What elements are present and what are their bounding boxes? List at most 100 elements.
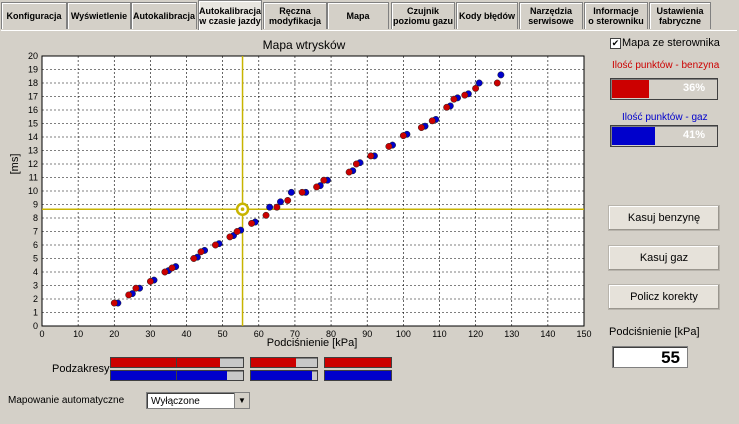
map-from-controller-label: Mapa ze sterownika (622, 37, 720, 49)
pressure-value: 55 (612, 346, 688, 368)
y-tick-label: 20 (28, 51, 38, 61)
y-tick-label: 16 (28, 105, 38, 115)
tab-7[interactable]: Czujnik poziomu gazu (391, 2, 455, 29)
subrange-blue-fill (111, 371, 177, 380)
mapowanie-select[interactable]: Wyłączone ▼ (146, 392, 250, 409)
data-point (197, 248, 205, 256)
y-tick-label: 12 (28, 159, 38, 169)
data-point (298, 188, 306, 196)
data-point (190, 255, 198, 262)
y-tick-label: 13 (28, 146, 38, 156)
kasuj-benzyne-button[interactable]: Kasuj benzynę (608, 205, 720, 231)
data-point (273, 203, 281, 211)
tab-8[interactable]: Kody błędów (456, 2, 518, 29)
x-tick-label: 20 (109, 329, 119, 339)
y-tick-label: 8 (33, 213, 38, 223)
data-point (417, 124, 425, 132)
y-tick-label: 1 (33, 308, 38, 318)
chart-xlabel: Podciśnienie [kPa] (267, 337, 358, 349)
data-point (132, 284, 140, 292)
data-point (110, 299, 118, 307)
x-tick-label: 120 (468, 329, 483, 339)
y-tick-label: 14 (28, 132, 38, 142)
subrange-blue-bar (250, 370, 318, 381)
subrange-blue-bar (324, 370, 392, 381)
data-point (146, 278, 154, 285)
y-tick-label: 9 (33, 200, 38, 210)
y-tick-label: 10 (28, 186, 38, 196)
y-tick-label: 11 (29, 173, 38, 183)
y-tick-label: 6 (33, 240, 38, 250)
data-point (233, 228, 241, 235)
data-point (367, 152, 375, 160)
y-tick-label: 19 (28, 65, 38, 75)
data-point (248, 219, 256, 227)
data-point (428, 117, 436, 125)
y-tick-label: 15 (28, 119, 38, 129)
y-tick-label: 0 (33, 321, 38, 331)
tab-3[interactable]: Autokalibracja (131, 2, 197, 29)
tab-9[interactable]: Narzędzia serwisowe (519, 2, 583, 29)
subrange-red-fill (177, 358, 220, 367)
tab-5[interactable]: Ręczna modyfikacja (263, 2, 327, 29)
data-point (313, 183, 321, 191)
benzyna-percent: 36% (682, 82, 705, 94)
mapowanie-value: Wyłączone (151, 396, 200, 407)
x-tick-label: 110 (432, 329, 446, 339)
map-from-controller-checkbox[interactable]: ✔ (610, 38, 621, 49)
tab-11[interactable]: Ustawienia fabryczne (649, 2, 711, 29)
data-point (266, 203, 274, 211)
y-tick-label: 3 (33, 281, 38, 291)
data-point (287, 188, 295, 196)
chart-ylabel: [ms] (9, 154, 21, 175)
y-tick-label: 18 (28, 78, 38, 88)
x-tick-label: 0 (39, 329, 44, 339)
subrange-blue-bar (176, 370, 244, 381)
x-tick-label: 90 (362, 329, 372, 339)
data-point (461, 91, 469, 99)
x-tick-label: 10 (73, 329, 83, 339)
x-tick-label: 50 (218, 329, 228, 339)
subrange-red-fill (251, 358, 296, 367)
y-tick-label: 4 (33, 267, 38, 277)
data-point (226, 233, 234, 241)
x-tick-label: 140 (540, 329, 555, 339)
data-point (284, 197, 292, 204)
tab-4[interactable]: Autokalibracja w czasie jazdy (198, 0, 262, 30)
data-point (450, 95, 458, 103)
data-point (125, 291, 133, 299)
x-tick-label: 150 (576, 329, 591, 339)
gaz-progress-bar: 41% (610, 125, 718, 147)
subrange-red-fill (325, 358, 391, 367)
subrange-red-fill (111, 358, 177, 367)
data-point (399, 132, 407, 140)
x-tick-label: 70 (290, 329, 300, 339)
tab-6[interactable]: Mapa (327, 2, 389, 29)
policz-korekty-button[interactable]: Policz korekty (608, 284, 720, 310)
subrange-blue-fill (177, 371, 227, 380)
x-tick-label: 40 (182, 329, 192, 339)
data-point (161, 268, 169, 276)
tab-2[interactable]: Wyświetlenie (67, 2, 131, 29)
x-tick-label: 100 (396, 329, 411, 339)
subrange-red-bar (250, 357, 318, 368)
x-tick-label: 80 (326, 329, 336, 339)
tab-1[interactable]: Konfiguracja (1, 2, 67, 29)
chevron-down-icon[interactable]: ▼ (234, 393, 249, 408)
subrange-red-bar (324, 357, 392, 368)
subrange-blue-bar (110, 370, 178, 381)
tab-10[interactable]: Informacje o sterowniku (584, 2, 648, 29)
kasuj-gaz-button[interactable]: Kasuj gaz (608, 245, 720, 271)
x-tick-label: 60 (254, 329, 264, 339)
subrange-red-bar (176, 357, 244, 368)
data-point (352, 160, 360, 168)
x-tick-label: 30 (145, 329, 155, 339)
subrange-blue-fill (251, 371, 313, 380)
data-point (497, 71, 505, 79)
cursor-marker-center (240, 207, 245, 212)
gaz-points-label: Ilość punktów - gaz (622, 112, 708, 123)
chart-title: Mapa wtrysków (263, 38, 346, 52)
y-tick-label: 5 (33, 254, 38, 264)
y-tick-label: 17 (28, 92, 38, 102)
gaz-progress-fill (612, 127, 655, 145)
